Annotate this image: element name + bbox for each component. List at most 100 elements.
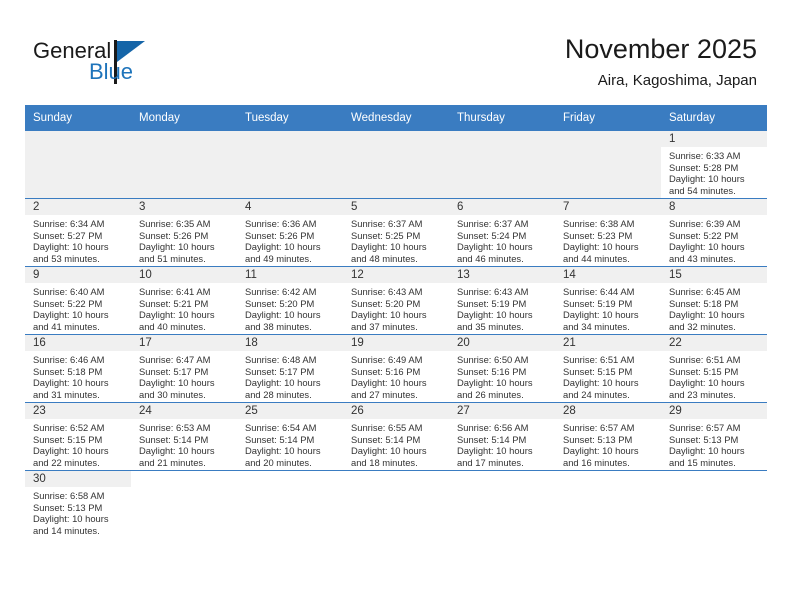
calendar-day-cell[interactable]: 22 Sunrise: 6:51 AM Sunset: 5:15 PM Dayligh… <box>661 334 767 403</box>
calendar-day-cell[interactable]: 16 Sunrise: 6:46 AM Sunset: 5:18 PM Dayligh… <box>25 334 131 403</box>
daylight-text-line1: Daylight: 10 hours <box>245 445 321 457</box>
day-number: 16 <box>25 335 131 351</box>
calendar-cell-blank <box>131 470 237 538</box>
calendar-cell-inner: 6 Sunrise: 6:37 AM Sunset: 5:24 PM Daylight… <box>449 199 555 266</box>
daylight-text-line1: Daylight: 10 hours <box>669 377 745 389</box>
calendar-day-cell[interactable]: 8 Sunrise: 6:39 AM Sunset: 5:22 PM Daylight… <box>661 198 767 267</box>
day-number <box>555 131 661 147</box>
day-details: Sunrise: 6:38 AM Sunset: 5:23 PM Daylight:… <box>555 215 661 264</box>
calendar-week-row: 9 Sunrise: 6:40 AM Sunset: 5:22 PM Daylight… <box>25 266 767 335</box>
calendar-day-cell[interactable]: 1 Sunrise: 6:33 AM Sunset: 5:28 PM Daylight… <box>661 130 767 199</box>
daylight-text-line1: Daylight: 10 hours <box>669 309 745 321</box>
calendar-day-cell[interactable]: 24 Sunrise: 6:53 AM Sunset: 5:14 PM Dayligh… <box>131 402 237 471</box>
sunrise-text: Sunrise: 6:37 AM <box>351 218 423 229</box>
day-details: Sunrise: 6:50 AM Sunset: 5:16 PM Daylight:… <box>449 351 555 400</box>
sunset-text: Sunset: 5:15 PM <box>563 365 633 377</box>
calendar-day-cell[interactable]: 27 Sunrise: 6:56 AM Sunset: 5:14 PM Dayligh… <box>449 402 555 471</box>
calendar-day-cell[interactable]: 26 Sunrise: 6:55 AM Sunset: 5:14 PM Dayligh… <box>343 402 449 471</box>
sunset-text: Sunset: 5:20 PM <box>351 297 421 309</box>
sunrise-text: Sunrise: 6:57 AM <box>669 422 741 433</box>
daylight-text-line2: and 23 minutes. <box>669 388 736 400</box>
calendar-body: 1 Sunrise: 6:33 AM Sunset: 5:28 PM Daylight… <box>25 130 767 538</box>
sunrise-text: Sunrise: 6:55 AM <box>351 422 423 433</box>
day-number <box>449 131 555 147</box>
calendar-day-cell[interactable]: 20 Sunrise: 6:50 AM Sunset: 5:16 PM Dayligh… <box>449 334 555 403</box>
daylight-text-line2: and 37 minutes. <box>351 320 418 332</box>
calendar-cell-inner: 29 Sunrise: 6:57 AM Sunset: 5:13 PM Dayligh… <box>661 403 767 470</box>
day-details: Sunrise: 6:57 AM Sunset: 5:13 PM Daylight:… <box>661 419 767 468</box>
calendar-day-cell[interactable]: 17 Sunrise: 6:47 AM Sunset: 5:17 PM Dayligh… <box>131 334 237 403</box>
weekday-header-friday: Friday <box>555 105 661 131</box>
sunrise-text: Sunrise: 6:46 AM <box>33 354 105 365</box>
daylight-text-line1: Daylight: 10 hours <box>139 309 215 321</box>
day-number: 2 <box>25 199 131 215</box>
daylight-text-line2: and 49 minutes. <box>245 252 312 264</box>
sunset-text: Sunset: 5:17 PM <box>139 365 209 377</box>
calendar-day-cell[interactable]: 13 Sunrise: 6:43 AM Sunset: 5:19 PM Dayligh… <box>449 266 555 335</box>
calendar-cell-inner <box>449 471 555 538</box>
calendar-cell-inner: 30 Sunrise: 6:58 AM Sunset: 5:13 PM Dayligh… <box>25 471 131 538</box>
sunset-text: Sunset: 5:13 PM <box>33 501 103 513</box>
calendar-cell-inner <box>555 471 661 538</box>
calendar-day-cell[interactable]: 6 Sunrise: 6:37 AM Sunset: 5:24 PM Daylight… <box>449 198 555 267</box>
calendar-cell-empty <box>449 130 555 199</box>
day-number: 7 <box>555 199 661 215</box>
day-details: Sunrise: 6:51 AM Sunset: 5:15 PM Daylight:… <box>555 351 661 400</box>
page-header: General Blue November 2025 Aira, Kagoshi… <box>0 0 792 100</box>
daylight-text-line2: and 21 minutes. <box>139 456 206 468</box>
calendar-day-cell[interactable]: 9 Sunrise: 6:40 AM Sunset: 5:22 PM Daylight… <box>25 266 131 335</box>
daylight-text-line2: and 15 minutes. <box>669 456 736 468</box>
daylight-text-line1: Daylight: 10 hours <box>351 377 427 389</box>
daylight-text-line1: Daylight: 10 hours <box>351 445 427 457</box>
calendar-day-cell[interactable]: 23 Sunrise: 6:52 AM Sunset: 5:15 PM Dayligh… <box>25 402 131 471</box>
calendar-day-cell[interactable]: 3 Sunrise: 6:35 AM Sunset: 5:26 PM Daylight… <box>131 198 237 267</box>
calendar-day-cell[interactable]: 21 Sunrise: 6:51 AM Sunset: 5:15 PM Dayligh… <box>555 334 661 403</box>
calendar-cell-inner: 21 Sunrise: 6:51 AM Sunset: 5:15 PM Dayligh… <box>555 335 661 402</box>
calendar-day-cell[interactable]: 28 Sunrise: 6:57 AM Sunset: 5:13 PM Dayligh… <box>555 402 661 471</box>
calendar-header-row: Sunday Monday Tuesday Wednesday Thursday Frid… <box>25 105 767 131</box>
day-number: 8 <box>661 199 767 215</box>
calendar-day-cell[interactable]: 14 Sunrise: 6:44 AM Sunset: 5:19 PM Dayligh… <box>555 266 661 335</box>
calendar-cell-inner: 4 Sunrise: 6:36 AM Sunset: 5:26 PM Daylight… <box>237 199 343 266</box>
general-blue-logo[interactable]: General Blue <box>33 38 183 90</box>
calendar-day-cell[interactable]: 25 Sunrise: 6:54 AM Sunset: 5:14 PM Dayligh… <box>237 402 343 471</box>
calendar-day-cell[interactable]: 7 Sunrise: 6:38 AM Sunset: 5:23 PM Daylight… <box>555 198 661 267</box>
day-details: Sunrise: 6:33 AM Sunset: 5:28 PM Daylight:… <box>661 147 767 196</box>
calendar-day-cell[interactable]: 5 Sunrise: 6:37 AM Sunset: 5:25 PM Daylight… <box>343 198 449 267</box>
day-details: Sunrise: 6:43 AM Sunset: 5:20 PM Daylight:… <box>343 283 449 332</box>
calendar-page: General Blue November 2025 Aira, Kagoshi… <box>0 0 792 612</box>
calendar-day-cell[interactable]: 4 Sunrise: 6:36 AM Sunset: 5:26 PM Daylight… <box>237 198 343 267</box>
calendar-day-cell[interactable]: 15 Sunrise: 6:45 AM Sunset: 5:18 PM Dayligh… <box>661 266 767 335</box>
calendar-cell-inner: 14 Sunrise: 6:44 AM Sunset: 5:19 PM Dayligh… <box>555 267 661 334</box>
calendar-day-cell[interactable]: 18 Sunrise: 6:48 AM Sunset: 5:17 PM Dayligh… <box>237 334 343 403</box>
day-details: Sunrise: 6:36 AM Sunset: 5:26 PM Daylight:… <box>237 215 343 264</box>
daylight-text-line2: and 43 minutes. <box>669 252 736 264</box>
calendar-cell-inner: 16 Sunrise: 6:46 AM Sunset: 5:18 PM Dayligh… <box>25 335 131 402</box>
calendar-cell-inner <box>237 131 343 198</box>
daylight-text-line1: Daylight: 10 hours <box>245 377 321 389</box>
calendar-day-cell[interactable]: 19 Sunrise: 6:49 AM Sunset: 5:16 PM Dayligh… <box>343 334 449 403</box>
calendar-day-cell[interactable]: 10 Sunrise: 6:41 AM Sunset: 5:21 PM Dayligh… <box>131 266 237 335</box>
calendar-day-cell[interactable]: 11 Sunrise: 6:42 AM Sunset: 5:20 PM Dayligh… <box>237 266 343 335</box>
day-details: Sunrise: 6:42 AM Sunset: 5:20 PM Daylight:… <box>237 283 343 332</box>
calendar-cell-empty <box>237 130 343 199</box>
logo-text-blue: Blue <box>89 59 134 84</box>
calendar-day-cell[interactable]: 2 Sunrise: 6:34 AM Sunset: 5:27 PM Daylight… <box>25 198 131 267</box>
calendar-cell-inner <box>555 131 661 198</box>
calendar-day-cell[interactable]: 29 Sunrise: 6:57 AM Sunset: 5:13 PM Dayligh… <box>661 402 767 471</box>
weekday-header-wednesday: Wednesday <box>343 105 449 131</box>
day-number: 21 <box>555 335 661 351</box>
calendar-day-cell[interactable]: 30 Sunrise: 6:58 AM Sunset: 5:13 PM Dayligh… <box>25 470 131 538</box>
calendar-cell-inner: 17 Sunrise: 6:47 AM Sunset: 5:17 PM Dayligh… <box>131 335 237 402</box>
sunset-text: Sunset: 5:28 PM <box>669 161 739 173</box>
day-details: Sunrise: 6:37 AM Sunset: 5:24 PM Daylight:… <box>449 215 555 264</box>
calendar-day-cell[interactable]: 12 Sunrise: 6:43 AM Sunset: 5:20 PM Dayligh… <box>343 266 449 335</box>
day-details: Sunrise: 6:51 AM Sunset: 5:15 PM Daylight:… <box>661 351 767 400</box>
weekday-header-tuesday: Tuesday <box>237 105 343 131</box>
day-details: Sunrise: 6:55 AM Sunset: 5:14 PM Daylight:… <box>343 419 449 468</box>
calendar-cell-inner: 11 Sunrise: 6:42 AM Sunset: 5:20 PM Dayligh… <box>237 267 343 334</box>
sunrise-text: Sunrise: 6:52 AM <box>33 422 105 433</box>
sunset-text: Sunset: 5:20 PM <box>245 297 315 309</box>
daylight-text-line1: Daylight: 10 hours <box>669 241 745 253</box>
calendar-cell-inner: 26 Sunrise: 6:55 AM Sunset: 5:14 PM Dayligh… <box>343 403 449 470</box>
